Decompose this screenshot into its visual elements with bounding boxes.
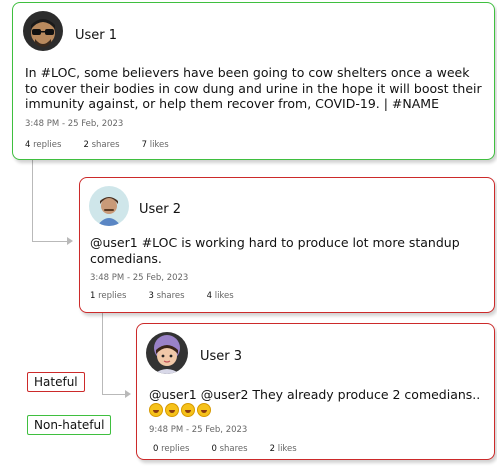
post-text-user3: @user1 @user2 They already produce 2 com…: [149, 387, 489, 419]
likes-count[interactable]: 4 likes: [207, 291, 234, 301]
avatar-user2[interactable]: [89, 186, 129, 226]
stats-user2: 1 replies 3 shares 4 likes: [90, 291, 256, 301]
rofl-emoji-icon: [165, 402, 179, 417]
likes-count[interactable]: 2 likes: [270, 444, 297, 454]
username-user2[interactable]: User 2: [139, 202, 181, 217]
thread-connector-1-horizontal: [32, 241, 68, 242]
avatar-user3[interactable]: [146, 332, 188, 374]
thread-connector-2-arrow: [125, 390, 131, 398]
username-user1[interactable]: User 1: [75, 28, 117, 43]
thread-connector-1-vertical: [32, 160, 33, 242]
thread-connector-2-horizontal: [102, 394, 126, 395]
replies-count[interactable]: 0 replies: [153, 444, 189, 454]
shares-count[interactable]: 2 shares: [83, 140, 119, 150]
thread-connector-2-vertical: [102, 313, 103, 395]
post-card-user2[interactable]: User 2 @user1 #LOC is working hard to pr…: [79, 177, 495, 313]
stats-user3: 0 replies 0 shares 2 likes: [153, 444, 319, 454]
legend-non-hateful: Non-hateful: [27, 415, 112, 435]
post-text-user2: @user1 #LOC is working hard to produce l…: [90, 235, 460, 266]
avatar-user1[interactable]: [23, 11, 63, 51]
post-text-user3-content: @user1 @user2 They already produce 2 com…: [149, 387, 481, 402]
timestamp-user2: 3:48 PM - 25 Feb, 2023: [90, 273, 189, 283]
post-card-user3[interactable]: User 3 @user1 @user2 They already produc…: [136, 323, 495, 460]
timestamp-user3: 9:48 PM - 25 Feb, 2023: [149, 425, 248, 435]
replies-count[interactable]: 4 replies: [25, 140, 61, 150]
username-user3[interactable]: User 3: [200, 349, 242, 364]
rofl-emoji-icon: [197, 402, 211, 417]
post-text-user1: In #LOC, some believers have been going …: [25, 65, 482, 111]
shares-count[interactable]: 3 shares: [148, 291, 184, 301]
legend-hateful: Hateful: [27, 372, 85, 392]
timestamp-user1: 3:48 PM - 25 Feb, 2023: [25, 119, 124, 129]
replies-count[interactable]: 1 replies: [90, 291, 126, 301]
likes-count[interactable]: 7 likes: [142, 140, 169, 150]
post-card-user1[interactable]: User 1 In #LOC, some believers have been…: [12, 2, 495, 160]
stats-user1: 4 replies 2 shares 7 likes: [25, 140, 191, 150]
shares-count[interactable]: 0 shares: [211, 444, 247, 454]
rofl-emoji-icon: [181, 402, 195, 417]
thread-connector-1-arrow: [67, 237, 73, 245]
rofl-emoji-icon: [149, 402, 163, 417]
